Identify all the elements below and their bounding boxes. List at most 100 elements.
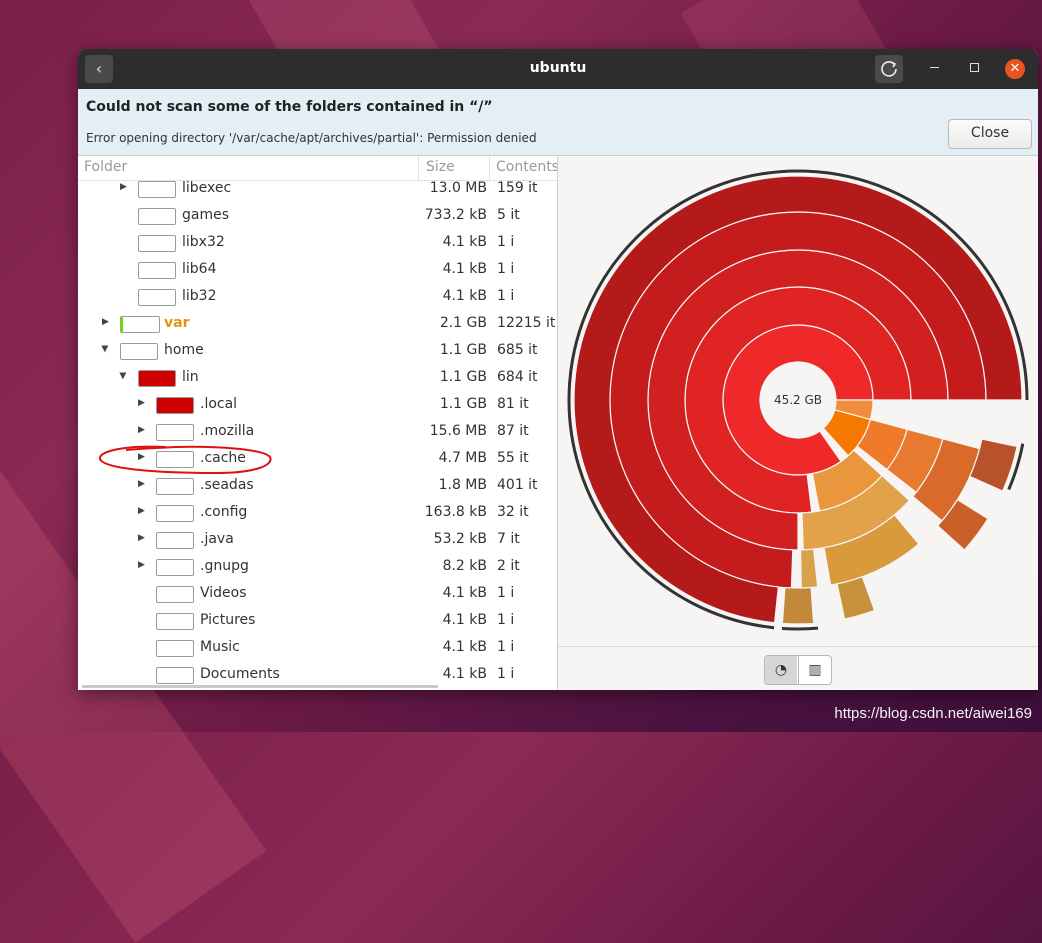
folder-name: Documents	[200, 666, 280, 682]
expander-icon[interactable]: ▶	[138, 425, 145, 435]
refresh-button[interactable]	[875, 55, 903, 83]
expander-icon[interactable]: ▶	[138, 479, 145, 489]
folder-name: .mozilla	[200, 423, 255, 439]
ring-chart-icon: ◔	[774, 662, 788, 678]
usage-bar	[156, 640, 194, 657]
tree-row[interactable]: lib32 4.1 kB 1 i	[78, 284, 557, 311]
tree-row[interactable]: Pictures 4.1 kB 1 i	[78, 608, 557, 635]
ring-segment[interactable]	[781, 586, 815, 625]
folder-name: .java	[200, 531, 234, 547]
expander-icon[interactable]: ▶	[138, 398, 145, 408]
usage-bar	[120, 343, 158, 360]
treemap-view-button[interactable]: ▥	[798, 656, 831, 684]
close-infobar-button[interactable]: Close	[948, 119, 1032, 149]
tree-row[interactable]: ▶ .gnupg 8.2 kB 2 it	[78, 554, 557, 581]
close-window-button[interactable]: ✕	[1005, 59, 1025, 79]
folder-contents: 684 it	[497, 369, 538, 385]
minimize-button[interactable]	[930, 67, 939, 68]
usage-bar	[138, 181, 176, 198]
folder-size: 733.2 kB	[424, 207, 487, 223]
tree-row[interactable]: Music 4.1 kB 1 i	[78, 635, 557, 662]
folder-name: lib64	[182, 261, 217, 277]
folder-size: 1.1 GB	[439, 369, 487, 385]
ring-chart-view-button[interactable]: ◔	[765, 656, 797, 684]
usage-bar	[120, 316, 160, 333]
close-icon: ✕	[1009, 61, 1021, 76]
tree-row[interactable]: ▶ .java 53.2 kB 7 it	[78, 527, 557, 554]
usage-bar	[138, 289, 176, 306]
horizontal-scrollbar[interactable]	[82, 685, 438, 688]
folder-size: 4.1 kB	[442, 639, 487, 655]
tree-row[interactable]: ▶ libexec 13.0 MB 159 it	[78, 176, 557, 203]
folder-tree: Folder Size Contents ▶ libexec 13.0 MB 1…	[78, 156, 558, 690]
view-switcher: ◔ ▥	[764, 655, 832, 685]
folder-contents: 1 i	[497, 612, 515, 628]
usage-bar	[156, 613, 194, 630]
ring-segment[interactable]	[800, 548, 819, 589]
folder-name: libexec	[182, 180, 232, 196]
folder-name: libx32	[182, 234, 225, 250]
folder-contents: 1 i	[497, 639, 515, 655]
folder-name: lib32	[182, 288, 217, 304]
column-header-contents[interactable]: Contents	[496, 159, 557, 175]
usage-bar	[156, 667, 194, 684]
ring-segment[interactable]	[836, 575, 876, 620]
usage-bar	[156, 478, 194, 495]
tree-row[interactable]: games 733.2 kB 5 it	[78, 203, 557, 230]
titlebar: ‹ ubuntu ✕	[78, 49, 1038, 89]
tree-row[interactable]: Videos 4.1 kB 1 i	[78, 581, 557, 608]
folder-size: 13.0 MB	[429, 180, 487, 196]
expander-icon[interactable]: ▶	[102, 317, 109, 327]
chart-footer: ◔ ▥	[558, 646, 1038, 690]
usage-bar	[156, 586, 194, 603]
tree-row[interactable]: ▶ home 1.1 GB 685 it	[78, 338, 557, 365]
folder-contents: 87 it	[497, 423, 529, 439]
usage-bar	[138, 208, 176, 225]
folder-contents: 2 it	[497, 558, 520, 574]
expander-icon[interactable]: ▶	[117, 373, 127, 380]
expander-icon[interactable]: ▶	[138, 506, 145, 516]
treemap-icon: ▥	[808, 662, 822, 678]
usage-bar	[156, 424, 194, 441]
folder-size: 4.1 kB	[442, 585, 487, 601]
folder-contents: 12215 it	[497, 315, 556, 331]
hand-drawn-annotation	[99, 445, 272, 475]
ring-chart[interactable]: 45.2 GB	[558, 156, 1038, 646]
maximize-button[interactable]	[970, 63, 979, 72]
error-infobar: Could not scan some of the folders conta…	[78, 89, 1038, 156]
tree-row[interactable]: ▶ .mozilla 15.6 MB 87 it	[78, 419, 557, 446]
expander-icon[interactable]: ▶	[120, 182, 127, 192]
folder-contents: 685 it	[497, 342, 538, 358]
folder-name: Videos	[200, 585, 247, 601]
expander-icon[interactable]: ▶	[138, 533, 145, 543]
usage-bar	[156, 505, 194, 522]
folder-contents: 55 it	[497, 450, 529, 466]
column-header-size[interactable]: Size	[426, 159, 455, 175]
tree-row[interactable]: ▶ var 2.1 GB 12215 it	[78, 311, 557, 338]
tree-row[interactable]: lib64 4.1 kB 1 i	[78, 257, 557, 284]
usage-bar	[156, 559, 194, 576]
error-detail: Error opening directory '/var/cache/apt/…	[86, 131, 537, 145]
expander-icon[interactable]: ▶	[99, 346, 109, 353]
tree-row[interactable]: ▶ lin 1.1 GB 684 it	[78, 365, 557, 392]
folder-size: 8.2 kB	[442, 558, 487, 574]
usage-bar	[138, 235, 176, 252]
column-header-folder[interactable]: Folder	[84, 159, 127, 175]
folder-size: 4.7 MB	[438, 450, 487, 466]
folder-size: 4.1 kB	[442, 288, 487, 304]
folder-name: home	[164, 342, 204, 358]
folder-name: Music	[200, 639, 240, 655]
tree-row[interactable]: ▶ .config 163.8 kB 32 it	[78, 500, 557, 527]
total-size-label: 45.2 GB	[774, 393, 822, 407]
folder-contents: 1 i	[497, 666, 515, 682]
folder-size: 1.8 MB	[438, 477, 487, 493]
expander-icon[interactable]: ▶	[138, 560, 145, 570]
folder-contents: 1 i	[497, 288, 515, 304]
tree-row[interactable]: ▶ .local 1.1 GB 81 it	[78, 392, 557, 419]
folder-size: 4.1 kB	[442, 261, 487, 277]
folder-size: 1.1 GB	[439, 396, 487, 412]
tree-row[interactable]: ▶ .seadas 1.8 MB 401 it	[78, 473, 557, 500]
tree-row[interactable]: libx32 4.1 kB 1 i	[78, 230, 557, 257]
folder-name: games	[182, 207, 230, 223]
folder-contents: 32 it	[497, 504, 529, 520]
